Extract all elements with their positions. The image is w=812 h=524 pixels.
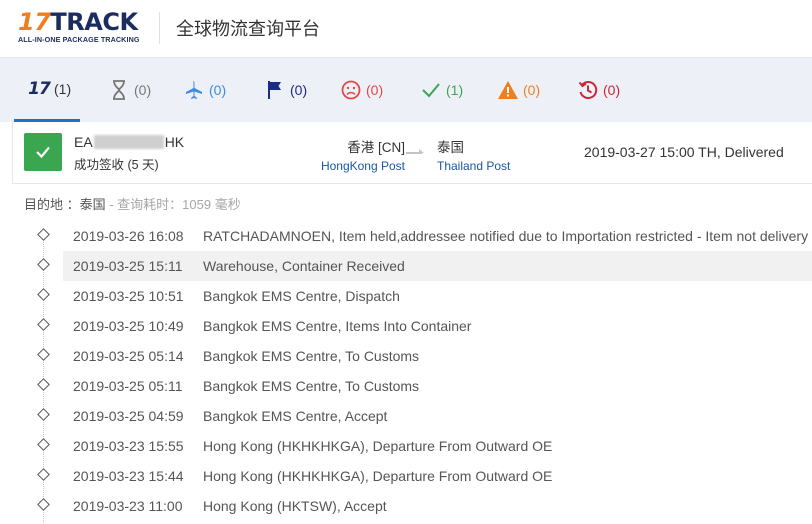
- event-time: 2019-03-25 15:11: [73, 258, 183, 274]
- timeline-event: 2019-03-23 11:00 Hong Kong (HKTSW), Acce…: [63, 491, 812, 521]
- tab-all[interactable]: 17 (1): [14, 58, 80, 122]
- destination-label: 目的地 ：泰国: [24, 197, 106, 212]
- query-time: - 查询耗时：1059 毫秒: [105, 197, 241, 212]
- tab-pending[interactable]: (0): [108, 58, 151, 122]
- timeline-marker: [37, 258, 50, 271]
- history-icon: [577, 79, 599, 101]
- timeline-marker: [37, 228, 50, 241]
- airplane-icon: [183, 79, 205, 101]
- origin-carrier-link[interactable]: HongKong Post: [305, 159, 405, 173]
- timeline-event: 2019-03-23 15:44 Hong Kong (HKHKHKGA), D…: [63, 461, 812, 491]
- tab-alert[interactable]: (0): [497, 58, 540, 122]
- tab-in-transit-count: (0): [209, 82, 227, 98]
- timeline-marker: [37, 378, 50, 391]
- timeline-marker: [37, 468, 50, 481]
- tracking-number[interactable]: EA HK: [74, 134, 184, 150]
- event-description: Bangkok EMS Centre, Items Into Container: [203, 318, 472, 334]
- timeline-event: 2019-03-25 05:11 Bangkok EMS Centre, To …: [63, 371, 812, 401]
- event-description: Bangkok EMS Centre, To Customs: [203, 378, 420, 394]
- tab-alert-count: (0): [523, 82, 541, 98]
- flag-icon: [264, 79, 286, 101]
- event-description: Hong Kong (HKHKHKGA), Departure From Out…: [203, 438, 553, 454]
- timeline-marker: [37, 438, 50, 451]
- event-time: 2019-03-25 05:11: [73, 378, 183, 394]
- event-time: 2019-03-25 05:14: [73, 348, 184, 364]
- timeline-marker: [37, 318, 50, 331]
- event-time: 2019-03-25 10:49: [73, 318, 184, 334]
- tab-pick-up-count: (0): [290, 82, 308, 98]
- 17track-logo[interactable]: 17TRACK ALL-IN-ONE PACKAGE TRACKING: [18, 8, 148, 46]
- event-time: 2019-03-26 16:08: [73, 228, 184, 244]
- tab-expired-count: (0): [603, 82, 621, 98]
- page-title: 全球物流查询平台: [176, 19, 320, 39]
- timeline-marker: [37, 408, 50, 421]
- event-time: 2019-03-23 15:55: [73, 438, 184, 454]
- tab-pending-count: (0): [134, 82, 152, 98]
- timeline-marker: [37, 348, 50, 361]
- timeline-event: 2019-03-26 16:08 RATCHADAMNOEN, Item hel…: [63, 221, 812, 251]
- tab-pick-up[interactable]: (0): [264, 58, 307, 122]
- timeline-marker: [37, 288, 50, 301]
- event-time: 2019-03-25 04:59: [73, 408, 184, 424]
- timeline-event: 2019-03-25 04:59 Bangkok EMS Centre, Acc…: [63, 401, 812, 431]
- tab-delivered-count: (1): [446, 82, 464, 98]
- event-description: Hong Kong (HKHKHKGA), Departure From Out…: [203, 468, 553, 484]
- app-header: 17TRACK ALL-IN-ONE PACKAGE TRACKING 全球物流…: [0, 0, 812, 58]
- destination-info: 目的地 ：泰国 - 查询耗时：1059 毫秒: [24, 194, 241, 213]
- timeline-event: 2019-03-23 15:55 Hong Kong (HKHKHKGA), D…: [63, 431, 812, 461]
- header-divider: [159, 12, 160, 44]
- logo-wordmark: 17TRACK: [18, 8, 138, 36]
- timeline-event: 2019-03-25 05:14 Bangkok EMS Centre, To …: [63, 341, 812, 371]
- event-description: Bangkok EMS Centre, Dispatch: [203, 288, 400, 304]
- tracking-number-mask: [93, 135, 164, 149]
- delivered-check-icon: [24, 133, 62, 171]
- sad-face-icon: [340, 79, 362, 101]
- event-description: Bangkok EMS Centre, Accept: [203, 408, 388, 424]
- shipment-row[interactable]: EA HK 成功签收 (5 天) 香港 [CN] HongKong Post 泰国…: [12, 122, 812, 184]
- timeline-event: 2019-03-25 10:51 Bangkok EMS Centre, Dis…: [63, 281, 812, 311]
- event-time: 2019-03-23 11:00: [73, 498, 183, 514]
- destination-country: 泰国: [437, 140, 464, 155]
- event-description: RATCHADAMNOEN, Item held,addressee notif…: [203, 228, 809, 244]
- logo-17-icon: 17: [28, 78, 51, 99]
- destination: 泰国 Thailand Post: [437, 136, 510, 173]
- origin: 香港 [CN] HongKong Post: [305, 136, 405, 173]
- tab-undelivered-count: (0): [366, 82, 384, 98]
- tab-undelivered[interactable]: (0): [340, 58, 383, 122]
- event-time: 2019-03-23 15:44: [73, 468, 184, 484]
- tab-all-count: (1): [54, 80, 72, 97]
- tab-in-transit[interactable]: (0): [183, 58, 226, 122]
- warning-icon: [497, 79, 519, 101]
- route-arrow-icon: [404, 144, 428, 156]
- tab-delivered[interactable]: (1): [420, 58, 463, 122]
- origin-country: 香港 [CN]: [347, 140, 405, 155]
- tab-expired[interactable]: (0): [577, 58, 620, 122]
- destination-carrier-link[interactable]: Thailand Post: [437, 159, 510, 173]
- event-time: 2019-03-25 10:51: [73, 288, 184, 304]
- event-description: Bangkok EMS Centre, To Customs: [203, 348, 420, 364]
- logo-tagline: ALL-IN-ONE PACKAGE TRACKING: [18, 35, 140, 44]
- status-tab-bar: 17 (1) (0) (0) (0) (0) (1) (0) (0): [0, 58, 812, 122]
- hourglass-icon: [108, 79, 130, 101]
- timeline-event: 2019-03-25 15:11 Warehouse, Container Re…: [63, 251, 812, 281]
- latest-event: 2019-03-27 15:00 TH, Delivered: [584, 144, 784, 160]
- delivery-status: 成功签收 (5 天): [74, 158, 159, 172]
- timeline-event: 2019-03-25 10:49 Bangkok EMS Centre, Ite…: [63, 311, 812, 341]
- checkmark-icon: [420, 79, 442, 101]
- timeline-marker: [37, 498, 50, 511]
- event-description: Hong Kong (HKTSW), Accept: [203, 498, 387, 514]
- event-description: Warehouse, Container Received: [203, 258, 405, 274]
